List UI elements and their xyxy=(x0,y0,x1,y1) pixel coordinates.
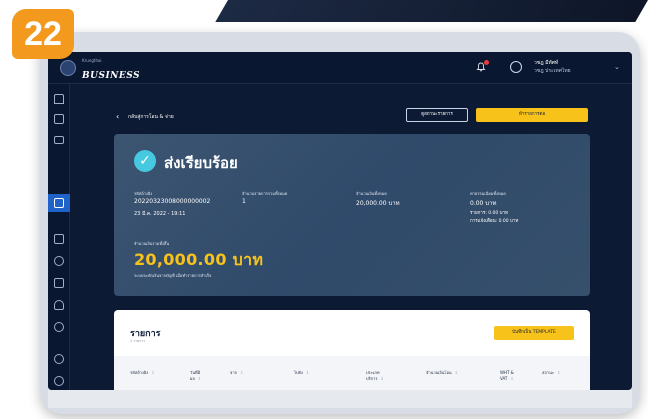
date-value: 23 มี.ค. 2022 - 19:11 xyxy=(134,211,186,217)
fee-label: ค่าธรรมเนียมทั้งหมด xyxy=(470,191,506,196)
notification-dot xyxy=(484,60,489,65)
app-screen: Krungthai BUSINESS วชฎ มีทัศท์ วชฎ ประเท… xyxy=(48,52,632,390)
home-icon[interactable] xyxy=(54,94,64,104)
sidebar xyxy=(48,84,70,390)
logo-big-text: BUSINESS xyxy=(82,71,141,81)
chevron-down-icon[interactable]: ⌄ xyxy=(614,63,620,71)
user-name[interactable]: วชฎ มีทัศท์ xyxy=(534,59,558,67)
column-header[interactable]: จาก ⇕ xyxy=(230,370,243,376)
success-title: ส่งเรียบร้อย xyxy=(164,154,238,172)
background-band xyxy=(215,0,648,22)
bill-icon[interactable] xyxy=(54,234,64,244)
list-subtitle: 1 รายการ xyxy=(130,339,146,343)
history-icon[interactable] xyxy=(54,322,64,332)
amount-label: จำนวนเงินทั้งหมด xyxy=(356,191,387,196)
tablet-bezel-bottom xyxy=(48,390,632,408)
column-header[interactable]: WHT & VAT ⇕ xyxy=(500,370,524,382)
logo-small-text: Krungthai xyxy=(82,58,102,63)
reference-value: 20220323008000000002 xyxy=(134,198,211,205)
table-header-row: รหัสอ้างอิง ⇕ วันที่มี ผล ⇕ จาก ⇕ ไปยัง ⇕ ปร… xyxy=(114,356,590,390)
back-link[interactable]: กลับสู่การโอน & จ่าย xyxy=(128,113,174,121)
column-header[interactable]: ไปยัง ⇕ xyxy=(294,370,309,376)
fee-item-line: รายการ: 0.00 บาท xyxy=(470,211,508,216)
transfer-icon[interactable] xyxy=(54,198,64,208)
column-header[interactable]: ประเภท บริการ ⇕ xyxy=(366,370,390,382)
gear-icon[interactable] xyxy=(54,354,64,364)
user-company: วชฎ ประเทศไทย xyxy=(534,68,571,74)
total-value: 20,000.00 บาท xyxy=(134,250,264,269)
column-header[interactable]: จำนวนเงินโอน ⇕ xyxy=(426,370,458,376)
document-icon[interactable] xyxy=(54,114,64,124)
view-status-button[interactable]: ดูสถานะรายการ xyxy=(406,108,468,122)
logo-icon xyxy=(60,60,76,76)
column-header[interactable]: วันที่มี ผล ⇕ xyxy=(190,370,208,382)
success-summary-card: ✓ ส่งเรียบร้อย รหัสอ้างอิง 2022032300800… xyxy=(114,134,590,296)
fee-notify-line: การแจ้งเตือน: 0.00 บาท xyxy=(470,219,519,224)
count-value: 1 xyxy=(242,198,246,205)
card-icon[interactable] xyxy=(54,136,64,144)
chevron-left-icon[interactable]: ‹ xyxy=(116,112,119,121)
avatar[interactable] xyxy=(510,61,522,73)
logout-icon[interactable] xyxy=(54,376,64,386)
report-icon[interactable] xyxy=(54,278,64,288)
amount-value: 20,000.00 บาท xyxy=(356,200,400,207)
total-note: ระบบจะหักเงินจากบัญชี เมื่อทำรายการสำเร็… xyxy=(134,273,212,278)
transaction-list-panel: รายการ 1 รายการ บันทึกเป็น TEMPLATE รหัส… xyxy=(114,310,590,390)
reference-label: รหัสอ้างอิง xyxy=(134,191,153,196)
check-icon: ✓ xyxy=(134,150,156,172)
fee-value: 0.00 บาท xyxy=(470,200,497,207)
users-icon[interactable] xyxy=(54,300,64,310)
count-label: จำนวนรายการรวมทั้งหมด xyxy=(242,191,288,196)
settings-icon[interactable] xyxy=(54,256,64,266)
save-template-button[interactable]: บันทึกเป็น TEMPLATE xyxy=(494,326,574,340)
continue-button[interactable]: ทำรายการต่อ xyxy=(476,108,588,122)
total-label: จำนวนเงินรวมทั้งสิ้น xyxy=(134,241,170,246)
top-bar: Krungthai BUSINESS วชฎ มีทัศท์ วชฎ ประเท… xyxy=(48,52,632,84)
step-badge: 22 xyxy=(12,9,74,59)
column-header[interactable]: สถานะ ⇕ xyxy=(542,370,560,376)
app-logo[interactable]: Krungthai BUSINESS xyxy=(82,58,140,82)
column-header[interactable]: รหัสอ้างอิง ⇕ xyxy=(130,370,155,376)
